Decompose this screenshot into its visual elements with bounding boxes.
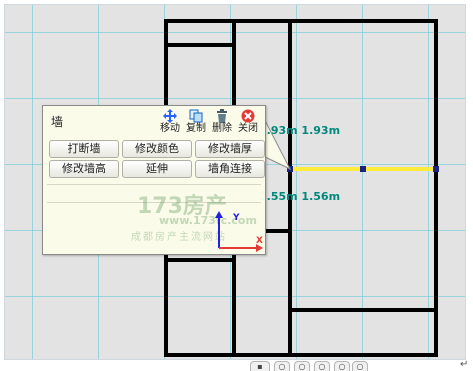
change-thickness-button[interactable]: 修改墙厚 [195,140,265,158]
panel-title: 墙 [51,115,64,129]
circle-icon[interactable]: ○ [314,361,330,371]
circle-icon[interactable]: ○ [274,361,290,371]
corner-connect-button[interactable]: 墙角连接 [195,160,265,178]
close-button[interactable]: 关闭 [235,109,261,134]
selection-handle-right[interactable] [433,166,439,172]
circle-icon[interactable]: ○ [334,361,350,371]
circle-icon[interactable]: ○ [352,361,368,371]
bottom-toolbar: ▪ ○ ○ ○ ○ ○ [250,361,368,371]
panel-divider [47,202,261,203]
return-arrow-icon: ↵ [460,359,469,370]
change-color-button[interactable]: 修改颜色 [122,140,192,158]
circle-icon[interactable]: ○ [294,361,310,371]
break-wall-button[interactable]: 打断墙 [49,140,119,158]
move-arrows-icon [163,109,177,123]
copy-icon [189,109,203,123]
panel-divider [47,184,261,185]
floor-plan-canvas[interactable]: 1.93m 1.93m 1.55m 1.56m 墙 移动 复制 删除 关闭 打断… [4,4,466,360]
change-height-button[interactable]: 修改墙高 [49,160,119,178]
axis-x-label: X [256,236,263,246]
dimension-label-bottom: 1.55m 1.56m [259,190,341,203]
page-icon[interactable]: ▪ [250,361,270,371]
close-label: 关闭 [238,123,258,134]
extend-button[interactable]: 延伸 [122,160,192,178]
selection-handle-mid[interactable] [360,166,366,172]
axis-y-label: Y [233,213,240,223]
trash-icon [217,109,227,123]
close-circle-icon [241,109,255,123]
wall-properties-panel: 墙 移动 复制 删除 关闭 打断墙 修改颜色 修改墙厚 修改墙高 延伸 墙角连接… [42,105,266,255]
dimension-label-top: 1.93m 1.93m [259,124,341,137]
